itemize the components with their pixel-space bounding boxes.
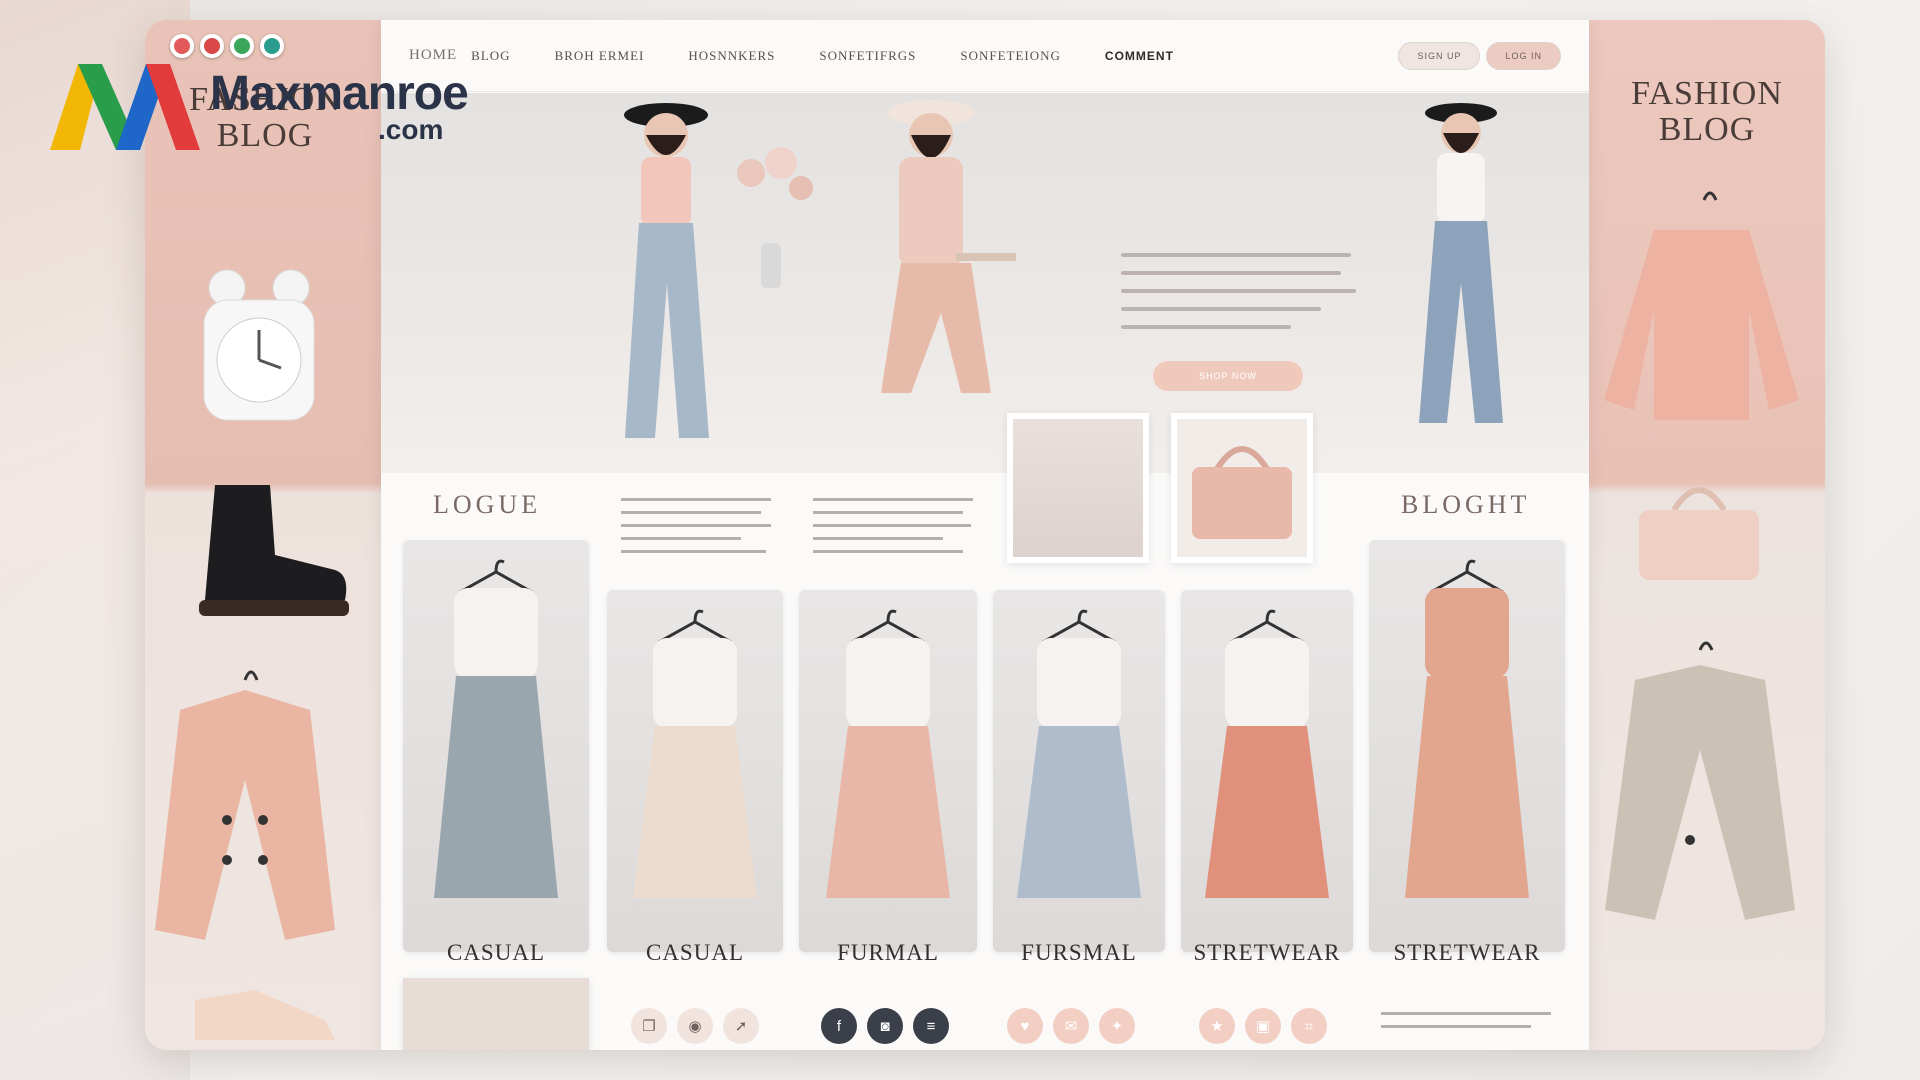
bag-icon[interactable]: ▣ [1245,1008,1281,1044]
window-dot-teal[interactable] [260,34,284,58]
nav-item-5[interactable]: SONFETIFRGS [819,48,916,64]
hero-banner: SHOP NOW [381,93,1589,473]
pink-handbag-icon [1639,487,1759,580]
feature-thumbnail-2[interactable] [1171,413,1313,563]
social-row-1: ❐ ◉ ➚ [631,1008,759,1044]
footer-text-lines [1381,1012,1551,1038]
window-dot-green[interactable] [230,34,254,58]
signup-button[interactable]: SIGN UP [1398,41,1481,70]
bottom-thumbnail[interactable] [403,978,589,1050]
black-boot-icon [199,485,349,616]
model-figure-2 [881,100,1016,393]
section-heading-right: BLOGHT [1401,490,1531,519]
category-label-1[interactable]: CASUAL [403,940,589,966]
tag-icon[interactable]: ✦ [1099,1008,1135,1044]
sneaker-icon [195,990,335,1040]
category-card-4[interactable] [993,590,1165,952]
plaid-blazer-icon [1605,641,1795,920]
flower-vase-icon [737,147,813,288]
nav-comment[interactable]: COMMENT [1105,49,1174,63]
right-blog-title: FASHION BLOG [1631,75,1783,148]
feature-thumbnail-1[interactable] [1007,413,1149,563]
watermark-m-icon [50,64,200,150]
blog-page: HOME BLOG BROH ERMEI HOSNNKERS SONFETIFR… [381,20,1589,1050]
facebook-icon[interactable]: f [821,1008,857,1044]
bookmark-icon[interactable]: ❐ [631,1008,667,1044]
watermark-logo: Maxmanroe .com [50,62,469,152]
share-icon[interactable]: ➚ [723,1008,759,1044]
category-label-4[interactable]: FURSMAL [993,940,1165,966]
window-dot-red[interactable] [170,34,194,58]
link-icon[interactable]: ⌗ [1291,1008,1327,1044]
blog-board: FASHION BLOG FASHION BLOG HOME BLOG BROH… [145,20,1825,1050]
social-row-2: f ◙ ≡ [821,1008,949,1044]
social-row-3: ♥ ✉ ✦ [1007,1008,1135,1044]
section-heading-left: LOGUE [433,490,542,519]
category-label-6[interactable]: STRETWEAR [1369,940,1565,966]
camera-icon[interactable]: ◉ [677,1008,713,1044]
model-figure-3 [1419,103,1503,423]
instagram-icon[interactable]: ◙ [867,1008,903,1044]
category-label-5[interactable]: STRETWEAR [1181,940,1353,966]
category-label-2[interactable]: CASUAL [607,940,783,966]
category-card-5[interactable] [1181,590,1353,952]
chat-icon[interactable]: ✉ [1053,1008,1089,1044]
heart-icon[interactable]: ♥ [1007,1008,1043,1044]
window-controls [170,34,284,58]
article-excerpt-2 [813,498,973,563]
pink-sweater-icon [1604,191,1799,420]
article-excerpt-1 [621,498,771,563]
watermark-domain: .com [378,114,444,145]
handbag-thumbnail-icon [1192,446,1292,539]
category-card-3[interactable] [799,590,977,952]
category-card-2[interactable] [607,590,783,952]
star-icon[interactable]: ★ [1199,1008,1235,1044]
left-side-panel: FASHION BLOG [145,20,381,1050]
alarm-clock-icon [203,269,315,421]
pink-coat-icon [155,670,335,940]
nav-item-4[interactable]: HOSNNKERS [688,48,775,64]
category-card-1[interactable] [403,540,589,952]
menu-icon[interactable]: ≡ [913,1008,949,1044]
nav-item-3[interactable]: BROH ERMEI [555,48,645,64]
watermark-name: Maxmanroe [210,67,469,120]
social-row-4: ★ ▣ ⌗ [1199,1008,1327,1044]
category-card-6[interactable] [1369,540,1565,952]
nav-item-6[interactable]: SONFETEIONG [960,48,1061,64]
hero-cta-button[interactable]: SHOP NOW [1153,361,1303,391]
window-dot-red-2[interactable] [200,34,224,58]
nav-blog[interactable]: BLOG [471,48,510,64]
login-button[interactable]: LOG IN [1486,41,1561,70]
right-side-panel: FASHION BLOG [1589,20,1825,1050]
nav-actions: SIGN UP LOG IN [1398,41,1561,70]
top-navigation: HOME BLOG BROH ERMEI HOSNNKERS SONFETIFR… [381,20,1589,92]
category-label-3[interactable]: FURMAL [799,940,977,966]
hero-text-block [1121,253,1361,343]
